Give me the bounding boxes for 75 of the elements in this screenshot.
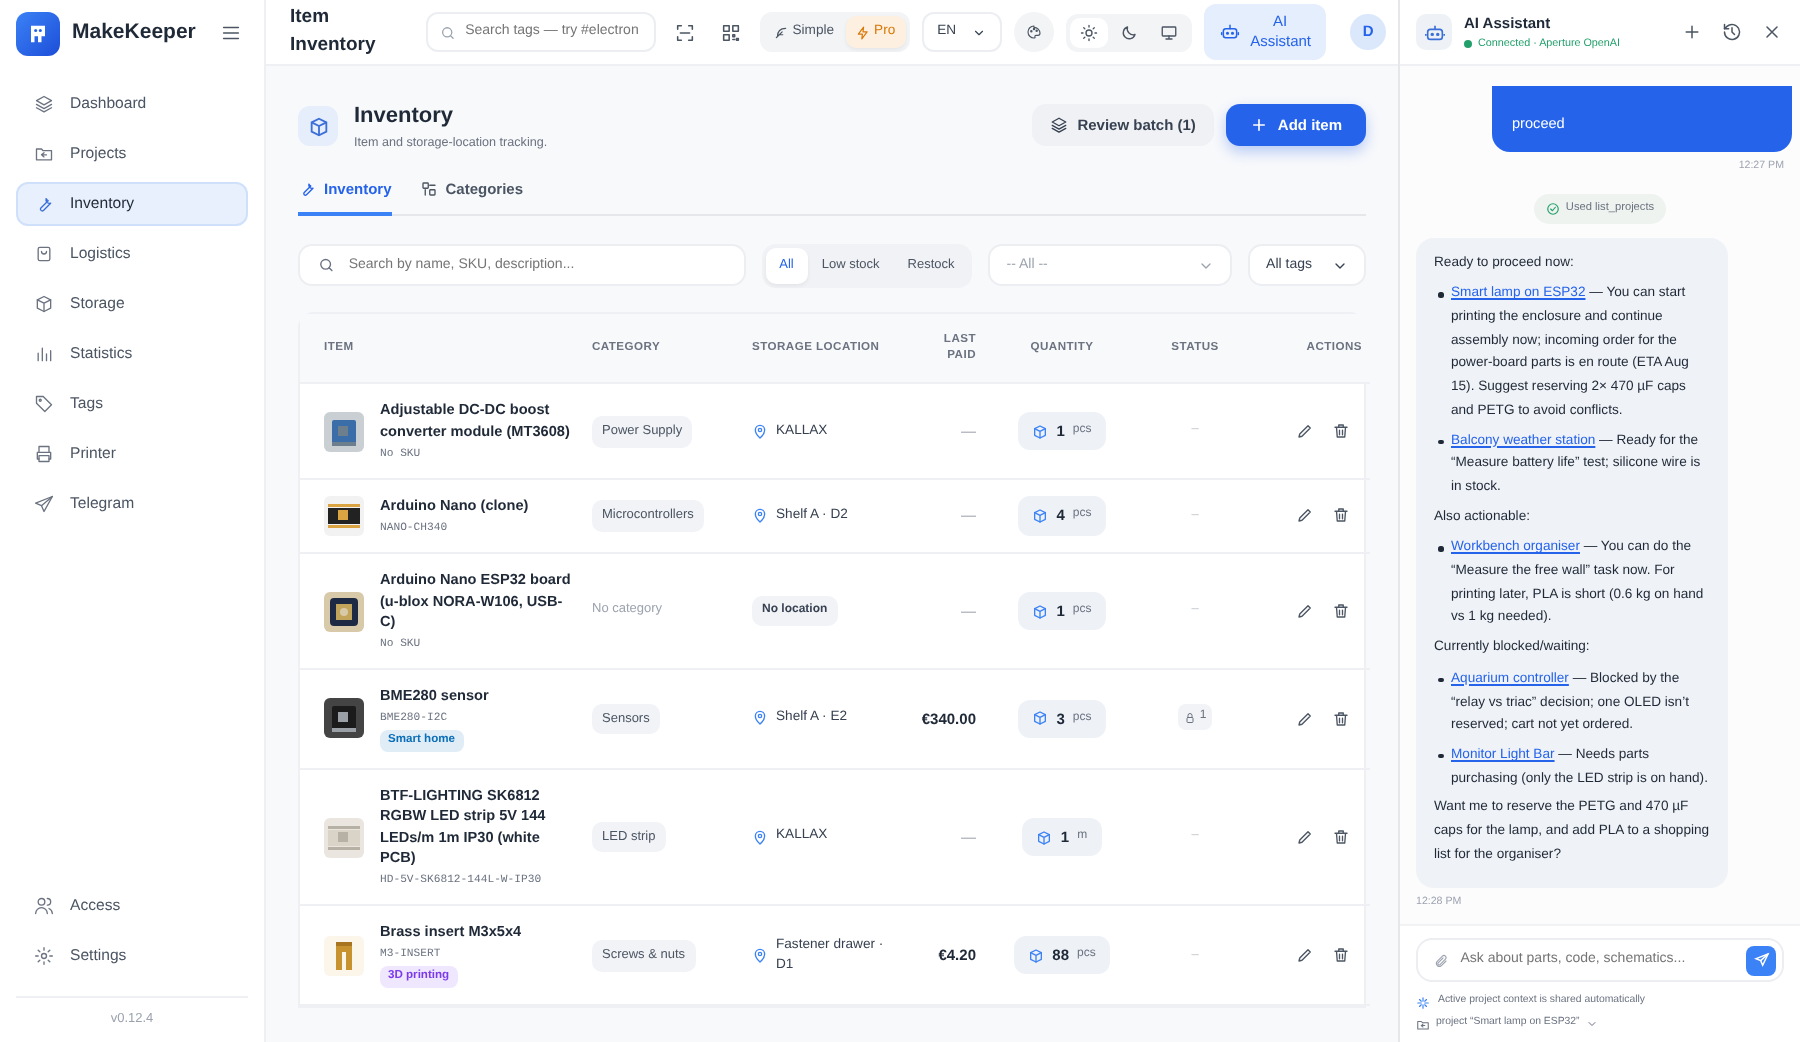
pin-icon — [752, 507, 768, 524]
menu-icon[interactable] — [220, 22, 242, 44]
users-icon — [34, 896, 54, 917]
cube-icon — [1032, 423, 1049, 440]
scan-icon[interactable] — [674, 21, 697, 43]
check-circle-icon — [1545, 201, 1560, 216]
gear-icon — [34, 946, 54, 967]
cube-icon — [34, 294, 54, 314]
edit-icon[interactable] — [1296, 828, 1314, 847]
search-icon — [318, 256, 335, 275]
layers-icon — [34, 94, 54, 114]
bullet-point — [1438, 753, 1443, 759]
pin-icon — [752, 423, 768, 440]
edit-icon[interactable] — [1296, 709, 1314, 728]
plus-icon — [1249, 116, 1268, 134]
monitor-icon — [1160, 23, 1179, 41]
delete-icon[interactable] — [1332, 946, 1350, 965]
bolt-icon — [856, 25, 871, 39]
search-icon — [439, 23, 456, 41]
app-name: MakeKeeper — [72, 17, 198, 48]
cube-icon — [1032, 710, 1049, 727]
grid-icon — [419, 179, 438, 198]
edit-icon[interactable] — [1296, 946, 1314, 965]
bullet-point — [1438, 677, 1443, 683]
chart-icon — [34, 344, 54, 364]
send-icon — [1753, 952, 1769, 969]
pin-icon — [752, 947, 768, 964]
history-icon[interactable] — [1722, 22, 1742, 42]
delete-icon[interactable] — [1332, 422, 1350, 441]
wrench-icon — [34, 194, 54, 214]
edit-icon[interactable] — [1296, 506, 1314, 525]
moon-icon — [1120, 23, 1139, 41]
send-icon — [34, 494, 54, 514]
close-icon[interactable] — [1762, 22, 1782, 42]
sparkle-icon — [1416, 995, 1430, 1010]
cube-icon — [1032, 603, 1049, 620]
sun-icon — [1080, 23, 1099, 41]
bullet-point — [1438, 439, 1443, 445]
palette-button[interactable] — [1014, 12, 1055, 52]
bullet-point — [1438, 546, 1443, 552]
logo-icon — [16, 11, 60, 55]
delete-icon[interactable] — [1332, 709, 1350, 728]
delete-icon[interactable] — [1332, 506, 1350, 525]
box-icon — [298, 106, 338, 146]
edit-icon[interactable] — [1296, 602, 1314, 621]
qr-code-icon[interactable] — [720, 21, 743, 43]
delete-icon[interactable] — [1332, 828, 1350, 847]
bag-icon — [34, 244, 54, 264]
lock-icon — [1183, 711, 1196, 724]
printer-icon — [34, 444, 54, 464]
tag-icon — [34, 394, 54, 414]
palette-icon — [1026, 22, 1043, 42]
page-title: Item Inventory — [290, 4, 378, 60]
section-title: Inventory — [354, 104, 456, 131]
send-button[interactable] — [1746, 945, 1776, 976]
edit-icon[interactable] — [1296, 422, 1314, 441]
pin-icon — [752, 710, 768, 727]
robot-icon — [1220, 22, 1241, 42]
delete-icon[interactable] — [1332, 602, 1350, 621]
wrench-icon — [298, 179, 316, 198]
chevron-down-icon — [1585, 1018, 1598, 1031]
pin-icon — [752, 829, 768, 846]
cube-icon — [1028, 947, 1045, 964]
cube-icon — [1032, 507, 1049, 524]
sun-button[interactable] — [1070, 17, 1109, 47]
layers-icon — [1049, 116, 1068, 134]
feather-icon — [774, 25, 789, 39]
chevron-down-icon — [972, 25, 987, 39]
bullet-point — [1438, 292, 1443, 298]
cube-icon — [1036, 829, 1053, 846]
folder-icon — [34, 144, 54, 164]
robot-icon — [1416, 14, 1452, 50]
paperclip-icon[interactable] — [1434, 951, 1449, 970]
new-chat-icon[interactable] — [1682, 22, 1702, 42]
folder-icon — [1416, 1017, 1430, 1032]
